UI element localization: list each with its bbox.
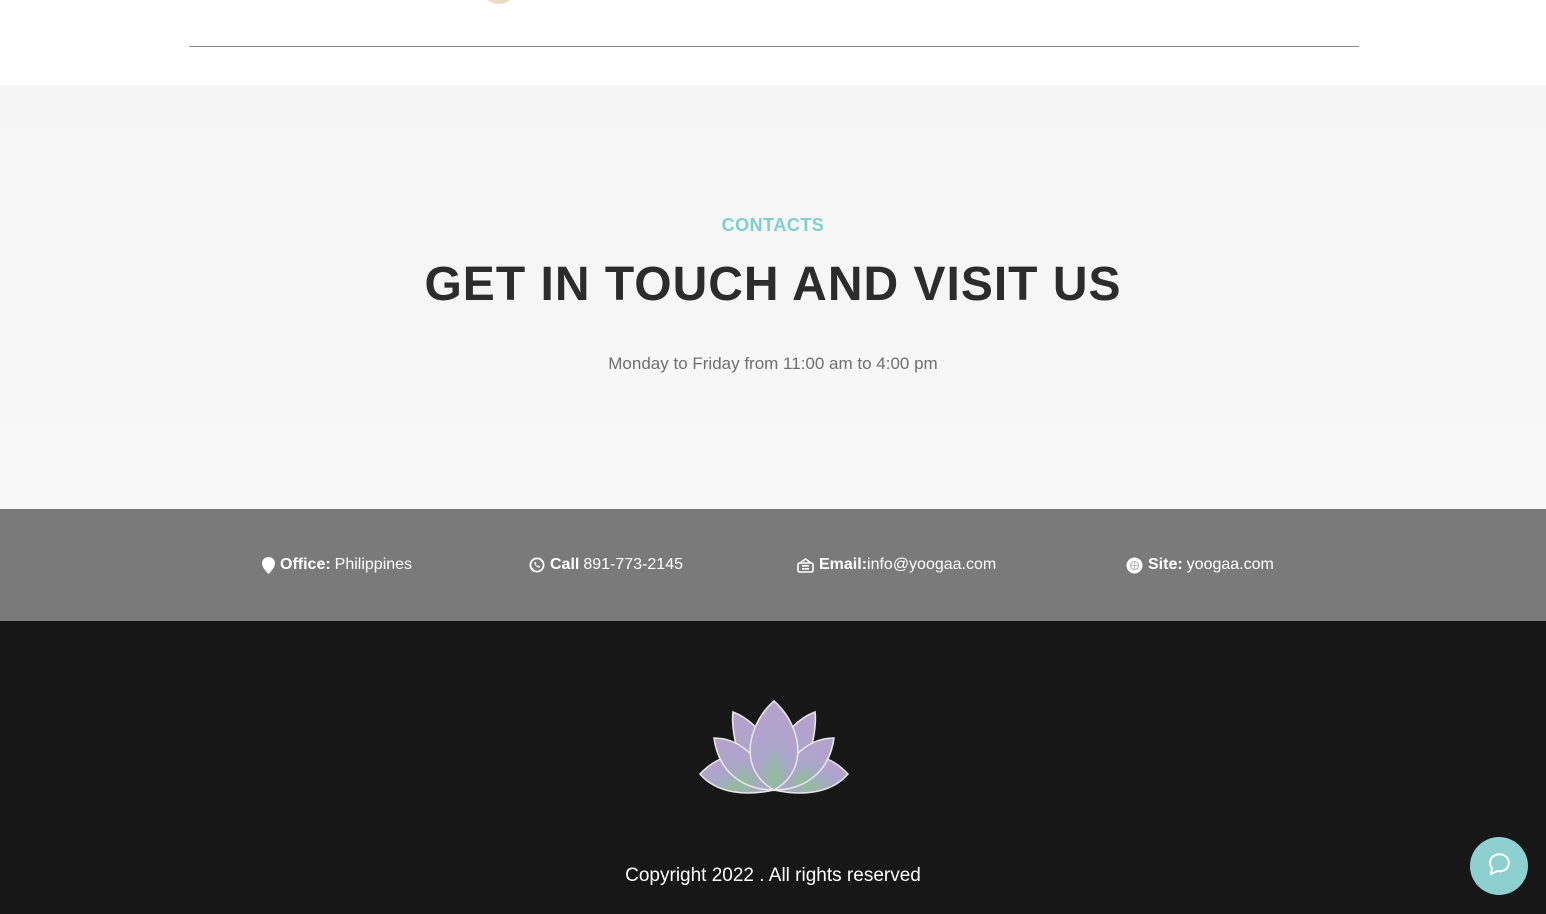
- contact-info-bar: Office: Philippines Call 891-773-2145 Em…: [0, 509, 1546, 621]
- avatar-partial: [481, 0, 517, 4]
- top-strip: [0, 0, 1546, 85]
- envelope-icon: [797, 557, 814, 573]
- office-info: Office: Philippines: [262, 553, 412, 577]
- globe-icon: [1126, 557, 1143, 574]
- call-value[interactable]: 891-773-2145: [583, 556, 683, 574]
- contacts-eyebrow: CONTACTS: [721, 215, 825, 235]
- office-value: Philippines: [334, 556, 413, 573]
- contacts-section: CONTACTS GET IN TOUCH AND VISIT US Monda…: [0, 85, 1546, 509]
- email-label: Email:: [819, 556, 868, 573]
- copyright-text: Copyright 2022 . All rights reserved: [625, 865, 921, 886]
- map-pin-icon: [262, 556, 275, 574]
- email-value[interactable]: info@yoogaa.com: [867, 556, 996, 574]
- site-label: Site:: [1148, 556, 1183, 573]
- chat-button[interactable]: [1470, 837, 1528, 895]
- email-info[interactable]: Email: info@yoogaa.com: [797, 553, 996, 577]
- call-info[interactable]: Call 891-773-2145: [529, 553, 683, 577]
- site-value[interactable]: yoogaa.com: [1187, 556, 1274, 574]
- section-divider: [189, 46, 1359, 47]
- whatsapp-icon: [529, 557, 545, 573]
- call-label: Call: [550, 556, 580, 573]
- footer: Copyright 2022 . All rights reserved: [0, 621, 1546, 914]
- office-label: Office:: [280, 556, 331, 573]
- lotus-logo-icon: [697, 698, 851, 796]
- chat-bubble-icon: [1485, 850, 1513, 883]
- contacts-heading: GET IN TOUCH AND VISIT US: [424, 258, 1122, 311]
- opening-hours: Monday to Friday from 11:00 am to 4:00 p…: [608, 354, 938, 373]
- site-info[interactable]: Site: yoogaa.com: [1126, 553, 1274, 577]
